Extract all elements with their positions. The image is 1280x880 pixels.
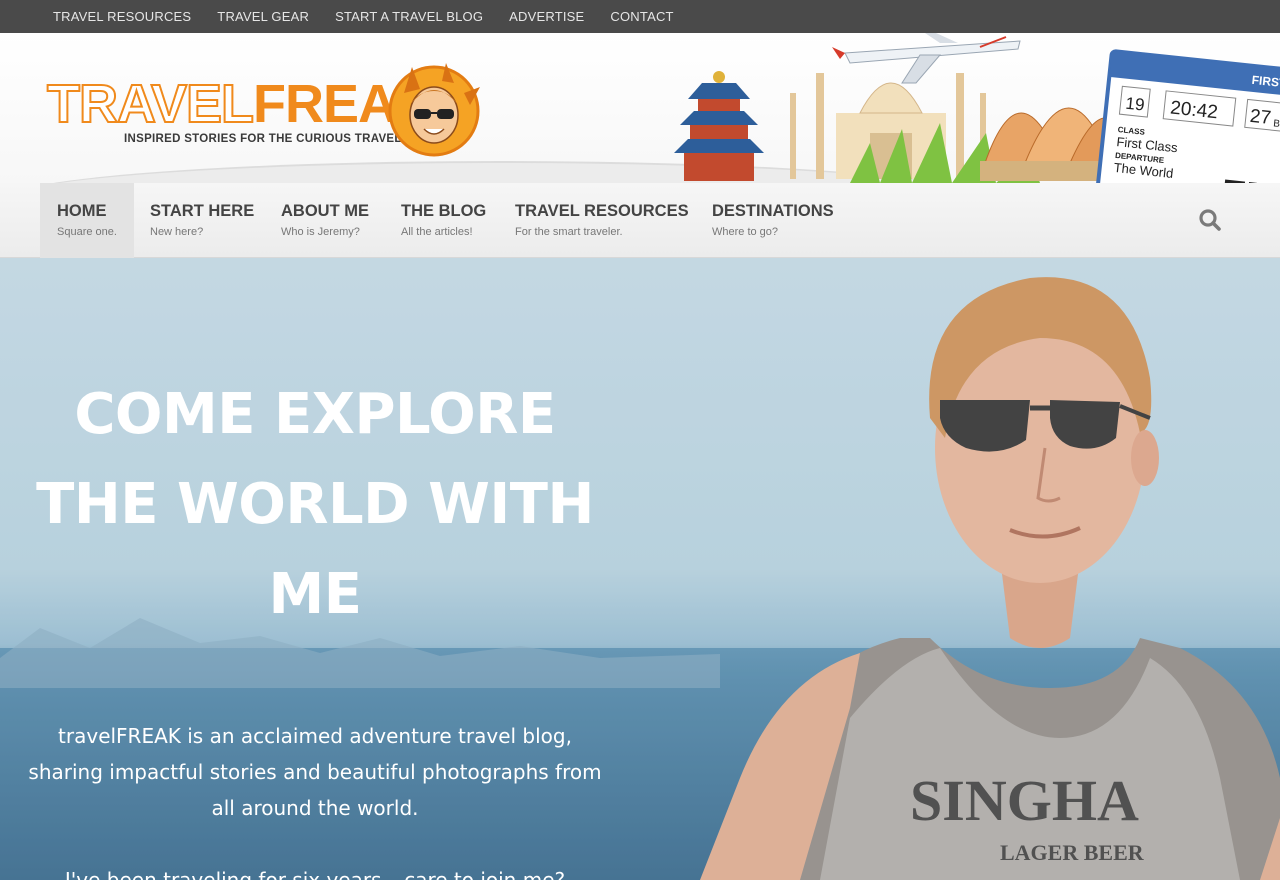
temple-icon <box>674 71 764 181</box>
site-header-banner: TRAVELFREAK INSPIRED STORIES FOR THE CUR… <box>0 33 1280 183</box>
top-utility-bar: TRAVEL RESOURCES TRAVEL GEAR START A TRA… <box>0 0 1280 33</box>
hero-headline: COME EXPLORE THE WORLD WITH ME <box>36 382 594 627</box>
nav-item-travel-resources[interactable]: TRAVEL RESOURCES For the smart traveler. <box>498 183 695 258</box>
nav-item-about-me[interactable]: ABOUT ME Who is Jeremy? <box>264 183 384 258</box>
nav-item-the-blog[interactable]: THE BLOG All the articles! <box>384 183 498 258</box>
logo-mascot-icon <box>388 63 480 157</box>
nav-item-title: ABOUT ME <box>281 202 369 220</box>
logo-wordmark: TRAVELFREAK <box>46 74 435 134</box>
nav-item-title: THE BLOG <box>401 202 487 220</box>
logo-word-travel: TRAVEL <box>46 74 255 134</box>
top-link-travel-resources[interactable]: TRAVEL RESOURCES <box>40 9 204 24</box>
top-utility-menu: TRAVEL RESOURCES TRAVEL GEAR START A TRA… <box>0 0 1280 33</box>
nav-item-start-here[interactable]: START HERE New here? <box>133 183 264 258</box>
top-link-start-a-travel-blog[interactable]: START A TRAVEL BLOG <box>322 9 496 24</box>
hero-section: SINGHA LAGER BEER COME EXPLORE THE WORLD… <box>0 258 1280 880</box>
banner-landmarks-illustration: FIRST CL 19 20:42 27 B CLASS First Class… <box>674 33 1280 183</box>
main-navigation: HOME Square one. START HERE New here? AB… <box>0 183 1280 258</box>
top-link-travel-gear[interactable]: TRAVEL GEAR <box>204 9 322 24</box>
nav-item-title: DESTINATIONS <box>712 202 834 220</box>
nav-item-subtitle: For the smart traveler. <box>515 226 623 238</box>
nav-item-subtitle: Where to go? <box>712 226 779 238</box>
nav-item-title: TRAVEL RESOURCES <box>515 202 689 220</box>
hero-intro-text: travelFREAK is an acclaimed adventure tr… <box>28 724 602 820</box>
airplane-icon <box>832 33 1021 84</box>
top-link-advertise[interactable]: ADVERTISE <box>496 9 597 24</box>
nav-item-subtitle: Square one. <box>57 226 117 238</box>
hero-invite-text: I've been traveling for six years – care… <box>64 868 566 880</box>
site-logo[interactable]: TRAVELFREAK INSPIRED STORIES FOR THE CUR… <box>46 74 435 145</box>
ticket-seat-suffix: B <box>1273 118 1280 130</box>
nav-item-destinations[interactable]: DESTINATIONS Where to go? <box>695 183 845 258</box>
boarding-pass: FIRST CL 19 20:42 27 B CLASS First Class… <box>1095 49 1280 183</box>
taj-mahal-icon <box>790 73 986 179</box>
nav-item-title: START HERE <box>150 202 255 220</box>
nav-item-subtitle: All the articles! <box>401 226 473 238</box>
nav-item-subtitle: New here? <box>150 226 204 238</box>
ticket-seat: 27 <box>1249 106 1272 129</box>
nav-item-subtitle: Who is Jeremy? <box>281 226 360 238</box>
top-link-contact[interactable]: CONTACT <box>597 9 686 24</box>
nav-item-title: HOME <box>57 202 107 220</box>
ticket-gate: 19 <box>1125 94 1146 115</box>
search-icon[interactable] <box>1196 205 1224 235</box>
nav-item-home[interactable]: HOME Square one. <box>40 183 134 258</box>
